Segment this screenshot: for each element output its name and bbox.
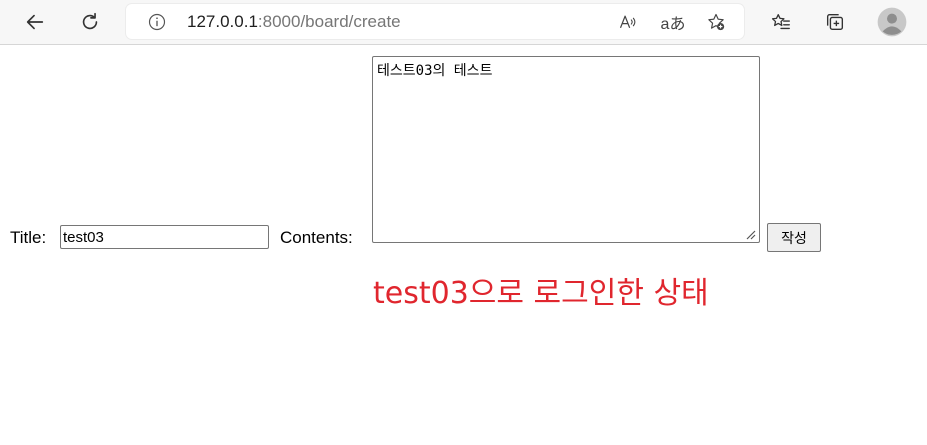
- browser-toolbar: 127.0.0.1:8000/board/create aあ: [0, 0, 927, 45]
- back-icon: [26, 14, 44, 30]
- address-bar[interactable]: 127.0.0.1:8000/board/create aあ: [126, 4, 744, 39]
- contents-label: Contents:: [280, 228, 353, 247]
- resize-grip-icon[interactable]: [744, 228, 756, 240]
- url-text: 127.0.0.1:8000/board/create: [187, 12, 401, 32]
- add-favorite-icon: [708, 13, 725, 31]
- collections-icon: [826, 13, 844, 31]
- login-status-annotation: test03으로 로그인한 상태: [373, 276, 709, 311]
- title-input[interactable]: [60, 225, 269, 249]
- add-favorite-button[interactable]: [704, 10, 728, 34]
- title-label: Title:: [10, 228, 47, 247]
- favorites-button[interactable]: [764, 5, 798, 39]
- back-button[interactable]: [18, 5, 52, 39]
- info-icon: [148, 13, 166, 31]
- refresh-button[interactable]: [73, 5, 107, 39]
- site-info-button[interactable]: [145, 10, 169, 34]
- url-host: 127.0.0.1: [187, 12, 258, 31]
- translate-icon: aあ: [660, 16, 686, 33]
- profile-icon: [877, 7, 907, 37]
- translate-button[interactable]: aあ: [658, 10, 688, 34]
- read-aloud-button[interactable]: [616, 10, 640, 34]
- submit-button[interactable]: 작성: [767, 223, 821, 252]
- collections-button[interactable]: [818, 5, 852, 39]
- url-path: :8000/board/create: [257, 12, 401, 31]
- refresh-icon: [82, 12, 98, 30]
- favorites-icon: [771, 14, 790, 30]
- read-aloud-icon: [619, 15, 636, 29]
- contents-textarea[interactable]: 테스트03의 테스트: [372, 56, 760, 243]
- profile-button[interactable]: [875, 5, 909, 39]
